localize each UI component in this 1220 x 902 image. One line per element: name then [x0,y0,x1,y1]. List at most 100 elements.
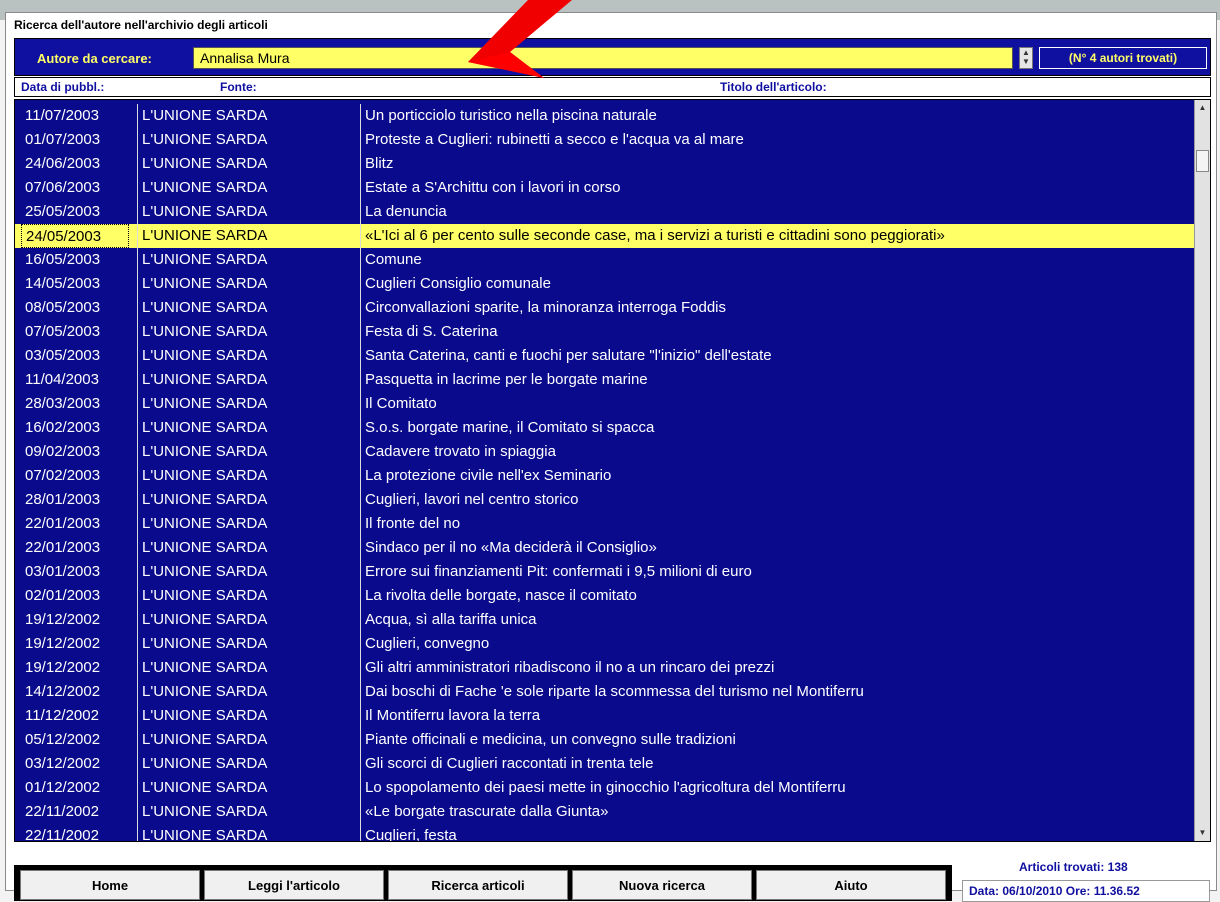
search-articles-button[interactable]: Ricerca articoli [388,870,568,900]
row-date: 19/12/2002 [25,635,101,652]
row-source: L'UNIONE SARDA [137,488,362,512]
row-date: 25/05/2003 [25,203,101,220]
row-date: 07/06/2003 [25,179,101,196]
row-date: 14/05/2003 [25,275,101,292]
row-title: Cuglieri, convegno [360,632,489,656]
row-date: 24/05/2003 [21,224,129,248]
article-row[interactable]: 22/11/2002 L'UNIONE SARDA «Le borgate tras… [15,800,1195,824]
row-source: L'UNIONE SARDA [137,104,362,128]
row-date: 07/02/2003 [25,467,101,484]
row-source: L'UNIONE SARDA [137,272,362,296]
row-date: 07/05/2003 [25,323,101,340]
article-row[interactable]: 25/05/2003 L'UNIONE SARDA La denuncia [15,200,1195,224]
article-row[interactable]: 24/05/2003 L'UNIONE SARDA «L'Ici al 6 per … [15,224,1195,248]
article-row[interactable]: 28/03/2003 L'UNIONE SARDA Il Comitato [15,392,1195,416]
row-title: Sindaco per il no «Ma deciderà il Consig… [360,536,657,560]
row-title: Circonvallazioni sparite, la minoranza i… [360,296,726,320]
button-bar: Home Leggi l'articolo Ricerca articoli N… [14,865,952,901]
article-row[interactable]: 14/05/2003 L'UNIONE SARDA Cuglieri Consigl… [15,272,1195,296]
list-scrollbar[interactable]: ▲ ▼ [1194,100,1210,841]
article-row[interactable]: 07/06/2003 L'UNIONE SARDA Estate a S'Archi… [15,176,1195,200]
row-date: 28/03/2003 [25,395,101,412]
scroll-up-icon[interactable]: ▲ [1195,100,1210,116]
row-date: 22/11/2002 [25,827,99,842]
row-date: 19/12/2002 [25,611,101,628]
row-title: Cuglieri Consiglio comunale [360,272,551,296]
article-row[interactable]: 24/06/2003 L'UNIONE SARDA Blitz [15,152,1195,176]
row-title: Cuglieri, lavori nel centro storico [360,488,578,512]
article-row[interactable]: 01/07/2003 L'UNIONE SARDA Proteste a Cugli… [15,128,1195,152]
row-date: 08/05/2003 [25,299,101,316]
article-row[interactable]: 07/02/2003 L'UNIONE SARDA La protezione ci… [15,464,1195,488]
article-row[interactable]: 03/01/2003 L'UNIONE SARDA Errore sui finan… [15,560,1195,584]
row-title: La rivolta delle borgate, nasce il comit… [360,584,637,608]
row-source: L'UNIONE SARDA [137,392,362,416]
row-title: Cuglieri, festa [360,824,457,841]
article-row[interactable]: 11/04/2003 L'UNIONE SARDA Pasquetta in lac… [15,368,1195,392]
row-date: 09/02/2003 [25,443,101,460]
article-row[interactable]: 16/02/2003 L'UNIONE SARDA S.o.s. borgate m… [15,416,1195,440]
row-source: L'UNIONE SARDA [137,296,362,320]
article-row[interactable]: 14/12/2002 L'UNIONE SARDA Dai boschi di Fa… [15,680,1195,704]
row-date: 03/12/2002 [25,755,101,772]
row-title: Piante officinali e medicina, un convegn… [360,728,736,752]
row-source: L'UNIONE SARDA [137,560,362,584]
header-source[interactable]: Fonte: [220,80,257,94]
row-title: Blitz [360,152,393,176]
row-date: 03/05/2003 [25,347,101,364]
row-title: Pasquetta in lacrime per le borgate mari… [360,368,648,392]
scroll-thumb[interactable] [1196,150,1209,172]
help-button[interactable]: Aiuto [756,870,946,900]
row-title: Comune [360,248,422,272]
row-source: L'UNIONE SARDA [137,680,362,704]
article-row[interactable]: 07/05/2003 L'UNIONE SARDA Festa di S. Cate… [15,320,1195,344]
column-headers: Data di pubbl.: Fonte: Titolo dell'artic… [14,77,1211,97]
row-title: Cadavere trovato in spiaggia [360,440,556,464]
header-title[interactable]: Titolo dell'articolo: [720,80,827,94]
row-source: L'UNIONE SARDA [137,224,362,248]
article-row[interactable]: 19/12/2002 L'UNIONE SARDA Acqua, sì alla t… [15,608,1195,632]
article-row[interactable]: 11/07/2003 L'UNIONE SARDA Un porticciolo t… [15,104,1195,128]
article-row[interactable]: 22/01/2003 L'UNIONE SARDA Sindaco per il n… [15,536,1195,560]
window-title: Ricerca dell'autore nell'archivio degli … [14,18,268,32]
row-source: L'UNIONE SARDA [137,824,362,841]
row-source: L'UNIONE SARDA [137,776,362,800]
row-title: Gli altri amministratori ribadiscono il … [360,656,774,680]
read-article-button[interactable]: Leggi l'articolo [204,870,384,900]
article-row[interactable]: 03/05/2003 L'UNIONE SARDA Santa Caterina, … [15,344,1195,368]
row-source: L'UNIONE SARDA [137,320,362,344]
article-row[interactable]: 08/05/2003 L'UNIONE SARDA Circonvallazioni… [15,296,1195,320]
article-row[interactable]: 19/12/2002 L'UNIONE SARDA Cuglieri, conveg… [15,632,1195,656]
article-row[interactable]: 02/01/2003 L'UNIONE SARDA La rivolta delle… [15,584,1195,608]
scroll-down-icon[interactable]: ▼ [1195,825,1210,841]
article-row[interactable]: 22/11/2002 L'UNIONE SARDA Cuglieri, festa [15,824,1195,842]
article-row[interactable]: 11/12/2002 L'UNIONE SARDA Il Montiferru la… [15,704,1195,728]
article-row[interactable]: 19/12/2002 L'UNIONE SARDA Gli altri ammini… [15,656,1195,680]
author-spin-control[interactable]: ▲ ▼ [1019,47,1033,69]
articles-count: Articoli trovati: 138 [1019,860,1128,874]
authors-found-label: (N° 4 autori trovati) [1039,47,1207,69]
article-row[interactable]: 09/02/2003 L'UNIONE SARDA Cadavere trovato… [15,440,1195,464]
article-row[interactable]: 22/01/2003 L'UNIONE SARDA Il fronte del no [15,512,1195,536]
row-title: La denuncia [360,200,447,224]
new-search-button[interactable]: Nuova ricerca [572,870,752,900]
header-date[interactable]: Data di pubbl.: [21,80,104,94]
row-title: Acqua, sì alla tariffa unica [360,608,537,632]
row-date: 16/05/2003 [25,251,101,268]
row-title: Festa di S. Caterina [360,320,498,344]
row-title: Un porticciolo turistico nella piscina n… [360,104,657,128]
article-list[interactable]: 22/11/2002 L'UNIONE SARDA Cuglieri, festa 2… [14,99,1211,842]
article-row[interactable]: 16/05/2003 L'UNIONE SARDA Comune [15,248,1195,272]
article-row[interactable]: 01/12/2002 L'UNIONE SARDA Lo spopolamento … [15,776,1195,800]
row-source: L'UNIONE SARDA [137,464,362,488]
row-title: Proteste a Cuglieri: rubinetti a secco e… [360,128,744,152]
article-row[interactable]: 28/01/2003 L'UNIONE SARDA Cuglieri, lavori… [15,488,1195,512]
row-date: 22/01/2003 [25,539,101,556]
author-input[interactable] [193,47,1013,69]
article-row[interactable]: 05/12/2002 L'UNIONE SARDA Piante officinal… [15,728,1195,752]
article-row[interactable]: 03/12/2002 L'UNIONE SARDA Gli scorci di Cu… [15,752,1195,776]
row-title: Estate a S'Archittu con i lavori in cors… [360,176,620,200]
row-title: «Le borgate trascurate dalla Giunta» [360,800,609,824]
row-source: L'UNIONE SARDA [137,416,362,440]
home-button[interactable]: Home [20,870,200,900]
